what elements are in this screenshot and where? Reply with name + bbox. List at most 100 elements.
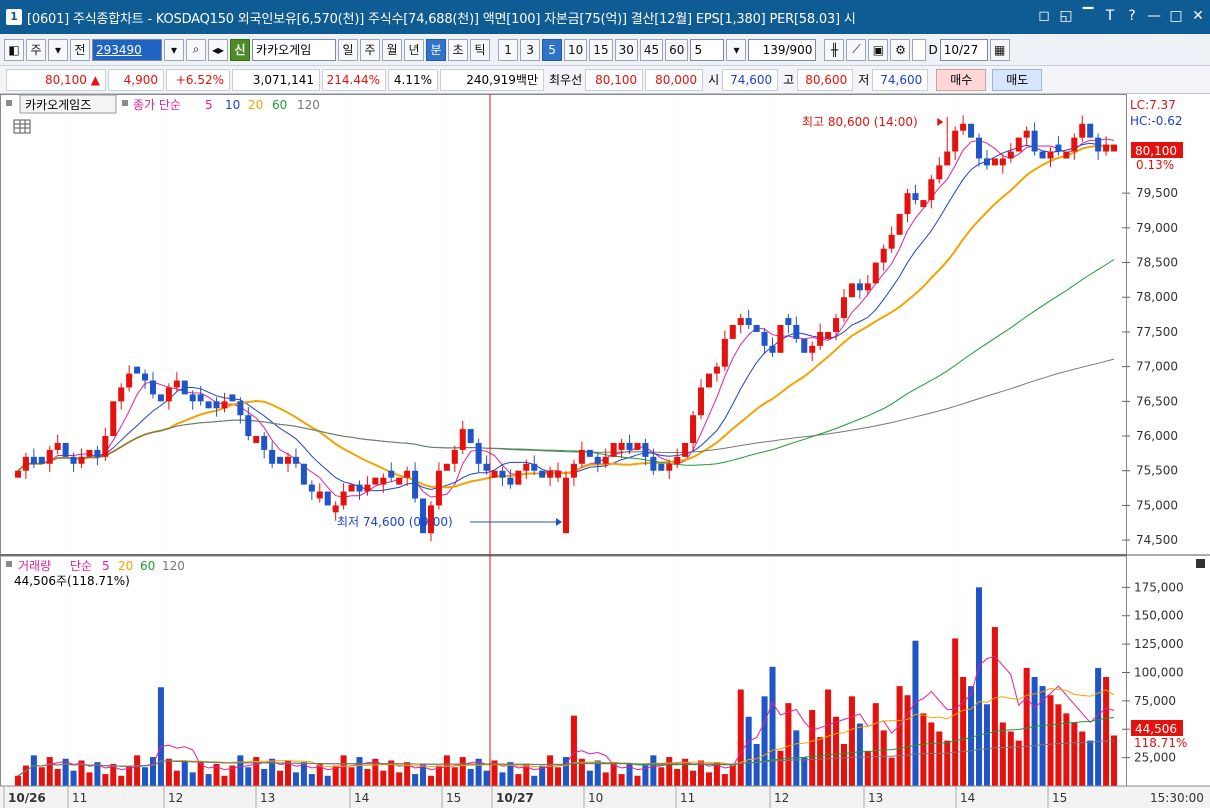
restore-icon[interactable]: ◻ (1036, 8, 1052, 24)
maximize-icon[interactable]: □ (1168, 8, 1184, 24)
volume-bar (888, 757, 895, 786)
candle-body (229, 394, 236, 402)
candle-body (372, 477, 379, 485)
current-volume-pct: 118.71% (1134, 736, 1187, 750)
interval-10-button[interactable]: 10 (564, 38, 588, 61)
candle-body (555, 470, 562, 478)
time-axis-label: 10 (588, 791, 603, 805)
period-month-button[interactable]: 월 (382, 38, 403, 61)
volume-bar (674, 768, 681, 786)
candle-body (833, 318, 840, 332)
chevron-down-icon[interactable]: ▾ (726, 38, 747, 61)
count-total: /900 (785, 42, 813, 57)
volume-bar (324, 775, 331, 786)
candle-body (872, 262, 879, 284)
volume-bar (912, 640, 919, 786)
price-legend-title[interactable]: 카카오게임즈 (25, 98, 91, 112)
close-icon[interactable]: ✕ (1190, 8, 1206, 24)
window-number-badge[interactable]: 1 (6, 9, 22, 25)
legend-bullet (6, 100, 12, 106)
buy-button[interactable]: 매수 (936, 68, 987, 91)
count-input[interactable]: 139/900 (748, 38, 817, 61)
ma10-label: 10 (225, 98, 240, 112)
candle-body (578, 449, 585, 464)
window-controls: ◻ ◱ ▔ T ? — □ ✕ (1030, 8, 1206, 24)
chart-toolbar: ◧ 주 ▾ 전 293490 ▾ ⌕ ◂▸ 신 카카오게임 일 주 월 년 분 … (0, 34, 1210, 66)
candle-body (936, 165, 943, 180)
period-day-button[interactable]: 일 (338, 38, 359, 61)
volume-bar (570, 715, 577, 786)
help-icon[interactable]: ? (1124, 8, 1140, 24)
period-week-button[interactable]: 주 (360, 38, 381, 61)
candle-body (586, 449, 593, 457)
candle-body (316, 491, 323, 499)
chart-area[interactable]: 74,500 75,000 75,500 76,000 76,500 77,000 77,5… (0, 94, 1210, 808)
ma5-label: 5 (205, 98, 213, 112)
interval-3-button[interactable]: 3 (520, 38, 541, 61)
all-button[interactable]: 전 (70, 38, 90, 61)
interval-45-button[interactable]: 45 (639, 38, 664, 61)
market-select[interactable]: 주 (26, 38, 46, 61)
date-checkbox[interactable] (912, 38, 927, 61)
volume-bar (928, 722, 935, 786)
candle-body (118, 387, 125, 402)
draw-line-icon[interactable]: ⟋ (846, 38, 867, 61)
stock-code-input[interactable]: 293490 (92, 38, 162, 61)
date-input[interactable]: 10/27 (939, 38, 988, 61)
period-minute-button[interactable]: 분 (426, 38, 447, 61)
interval-30-button[interactable]: 30 (614, 38, 638, 61)
candle-body (531, 463, 538, 471)
volume-bar (70, 770, 77, 786)
font-icon[interactable]: T (1102, 8, 1118, 24)
volume-bar (102, 774, 109, 786)
gear-icon[interactable]: ⚙ (890, 38, 911, 61)
volume-bar (840, 744, 848, 786)
calendar-icon[interactable]: ▦ (989, 38, 1010, 61)
volume-bar (658, 767, 665, 786)
minimize-icon[interactable]: — (1146, 8, 1162, 24)
candle-body (14, 470, 21, 478)
interval-select[interactable]: 5 (690, 38, 725, 61)
history-icon[interactable]: ◂▸ (208, 38, 229, 61)
period-tick-button[interactable]: 틱 (470, 38, 491, 61)
pin-icon[interactable]: ▔ (1080, 8, 1096, 24)
candle-body (38, 456, 45, 464)
volume-legend-title[interactable]: 거래량 (18, 559, 51, 573)
price-axis-tick: 77,000 (1136, 360, 1178, 374)
stock-chart[interactable]: 74,500 75,000 75,500 76,000 76,500 77,000 77,5… (0, 94, 1210, 808)
volume-bar (1095, 667, 1102, 786)
interval-15-button[interactable]: 15 (589, 38, 613, 61)
chevron-down-icon[interactable]: ▾ (48, 38, 68, 61)
layout-icon[interactable]: ◧ (4, 38, 24, 61)
candle-body (999, 158, 1006, 166)
candle-body (737, 318, 744, 325)
sell-button[interactable]: 매도 (992, 68, 1043, 91)
period-second-button[interactable]: 초 (448, 38, 469, 61)
table-icon[interactable] (13, 119, 31, 134)
volume-bar (880, 730, 887, 786)
volume-bar (277, 770, 284, 786)
search-icon[interactable]: ⌕ (186, 38, 206, 61)
volume-bar (62, 758, 69, 786)
period-year-button[interactable]: 년 (404, 38, 425, 61)
window-titlebar: 1 [0601] 주식종합차트 - KOSDAQ150 외국인보유[6,570(… (0, 0, 1210, 34)
candle-body (562, 477, 570, 534)
chevron-down-icon[interactable]: ▾ (164, 38, 184, 61)
interval-60-button[interactable]: 60 (665, 38, 689, 61)
volume-bar (292, 772, 299, 786)
interval-1-button[interactable]: 1 (498, 38, 519, 61)
tile-icon[interactable]: ◱ (1058, 8, 1074, 24)
volume-bar (340, 755, 347, 786)
candle-type-icon[interactable]: ╫ (824, 38, 845, 61)
volume-bar (991, 627, 998, 786)
candle-body (729, 325, 736, 339)
volume-bar (364, 768, 371, 786)
candle-body (324, 491, 331, 506)
stock-name-field[interactable]: 카카오게임 (252, 38, 337, 61)
current-price-pct: 0.13% (1136, 158, 1174, 172)
candle-body (928, 179, 935, 201)
save-icon[interactable]: ▣ (868, 38, 889, 61)
interval-5-button[interactable]: 5 (542, 38, 563, 61)
pane-menu-icon[interactable] (1196, 559, 1205, 568)
candle-body (1055, 144, 1062, 152)
